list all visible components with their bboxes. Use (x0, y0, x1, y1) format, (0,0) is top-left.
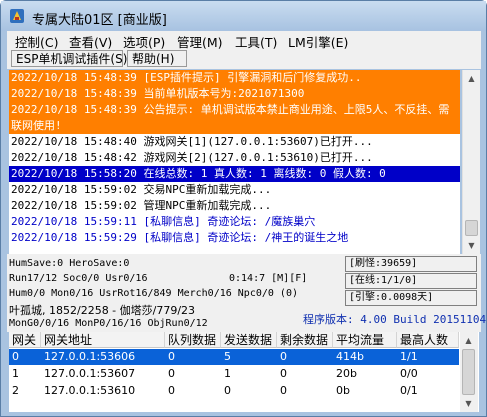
log-line: 2022/10/18 15:59:29 [私聊信息] 奇迹论坛: /神王的诞生之… (11, 231, 349, 244)
table-header: 网关 网关地址 队列数据 发送数据 剩余数据 平均流量 最高人数 (9, 332, 459, 348)
col-sent[interactable]: 发送数据 (221, 332, 277, 348)
table-scroll-thumb[interactable] (462, 349, 475, 395)
uptime-status: 0:14:7 [M][F] (229, 273, 308, 284)
program-version: 程序版本: 4.00 Build 20151104 (303, 313, 487, 326)
title-bar[interactable]: 专属大陆01区 [商业版] (1, 1, 486, 31)
online-count: [在线:1/1/0] (345, 273, 477, 289)
table-row[interactable]: 2 127.0.0.1:53610 0 0 0 0b 0/1 (9, 383, 459, 399)
hum-status: Hum0/0 Mon0/16 UsrRot16/849 Merch0/16 Np… (9, 288, 298, 299)
scroll-down-icon[interactable]: ▼ (463, 237, 480, 254)
gateway-table: 网关 网关地址 队列数据 发送数据 剩余数据 平均流量 最高人数 0 127.0… (9, 332, 479, 412)
log-line: 2022/10/18 15:48:39 当前单机版本号为:2021071300 (9, 86, 460, 102)
status-panel: HumSave:0 HeroSave:0 [刷怪:39659] Run17/12… (7, 254, 486, 332)
log-line: 2022/10/18 15:48:39 [ESP插件提示] 引擎漏洞和后门修复成… (9, 70, 460, 86)
log-scrollbar[interactable]: ▲ ▼ (462, 70, 480, 254)
log-line: 联网使用! (9, 118, 460, 134)
log-scroll-thumb[interactable] (465, 220, 478, 236)
esp-debug-plugin-button[interactable]: ESP单机调试插件(S) (11, 50, 127, 67)
hum-save-status: HumSave:0 HeroSave:0 (9, 258, 130, 269)
col-queue[interactable]: 队列数据 (165, 332, 221, 348)
log-line: 2022/10/18 15:48:42 游戏网关[2](127.0.0.1:53… (11, 151, 373, 164)
player-location: 叶孤城, 1852/2258 - 伽塔莎/779/23 (9, 304, 196, 317)
log-line: 2022/10/18 15:48:39 公告提示: 单机调试版本禁止商业用途、上… (9, 102, 460, 118)
log-line: 2022/10/18 15:48:40 游戏网关[1](127.0.0.1:53… (11, 135, 373, 148)
log-line: 2022/10/18 15:59:11 [私聊信息] 奇迹论坛: /魔族巢穴 (11, 215, 316, 228)
app-icon (10, 9, 24, 23)
menu-bar: 控制(C) 查看(V) 选项(P) 管理(M) 工具(T) LM引擎(E) (7, 31, 481, 50)
log-line: 2022/10/18 15:58:20 在线总数: 1 真人数: 1 离线数: … (9, 166, 460, 182)
engine-status: [引擎:0.0098天] (345, 290, 477, 306)
refresh-monster-count: [刷怪:39659] (345, 256, 477, 272)
table-row[interactable]: 0 127.0.0.1:53606 0 5 0 414b 1/1 (9, 349, 459, 365)
col-remaining[interactable]: 剩余数据 (277, 332, 333, 348)
mongo-status: MonG0/0/16 MonP0/16/16 ObjRun0/12 (9, 318, 208, 329)
log-line: 2022/10/18 15:59:02 交易NPC重新加载完成... (11, 183, 272, 196)
scroll-down-icon[interactable]: ▼ (460, 395, 477, 412)
table-scrollbar[interactable]: ▲ ▼ (460, 332, 478, 412)
table-row[interactable]: 1 127.0.0.1:53607 0 1 0 20b 0/0 (9, 366, 459, 382)
run-status: Run17/12 Soc0/0 Usr0/16 (9, 273, 148, 284)
col-gateway[interactable]: 网关 (9, 332, 41, 348)
main-window: 专属大陆01区 [商业版] 控制(C) 查看(V) 选项(P) 管理(M) 工具… (0, 0, 487, 417)
col-address[interactable]: 网关地址 (41, 332, 165, 348)
col-max-users[interactable]: 最高人数 (397, 332, 459, 348)
scroll-up-icon[interactable]: ▲ (463, 70, 480, 87)
toolbar: ESP单机调试插件(S) 帮助(H) (7, 49, 481, 69)
log-panel: 2022/10/18 15:48:39 [ESP插件提示] 引擎漏洞和后门修复成… (9, 70, 460, 254)
scroll-up-icon[interactable]: ▲ (460, 332, 477, 349)
help-button[interactable]: 帮助(H) (127, 50, 187, 67)
log-line: 2022/10/18 15:59:02 管理NPC重新加载完成... (11, 199, 272, 212)
col-avg-traffic[interactable]: 平均流量 (333, 332, 397, 348)
window-title: 专属大陆01区 [商业版] (32, 13, 167, 28)
